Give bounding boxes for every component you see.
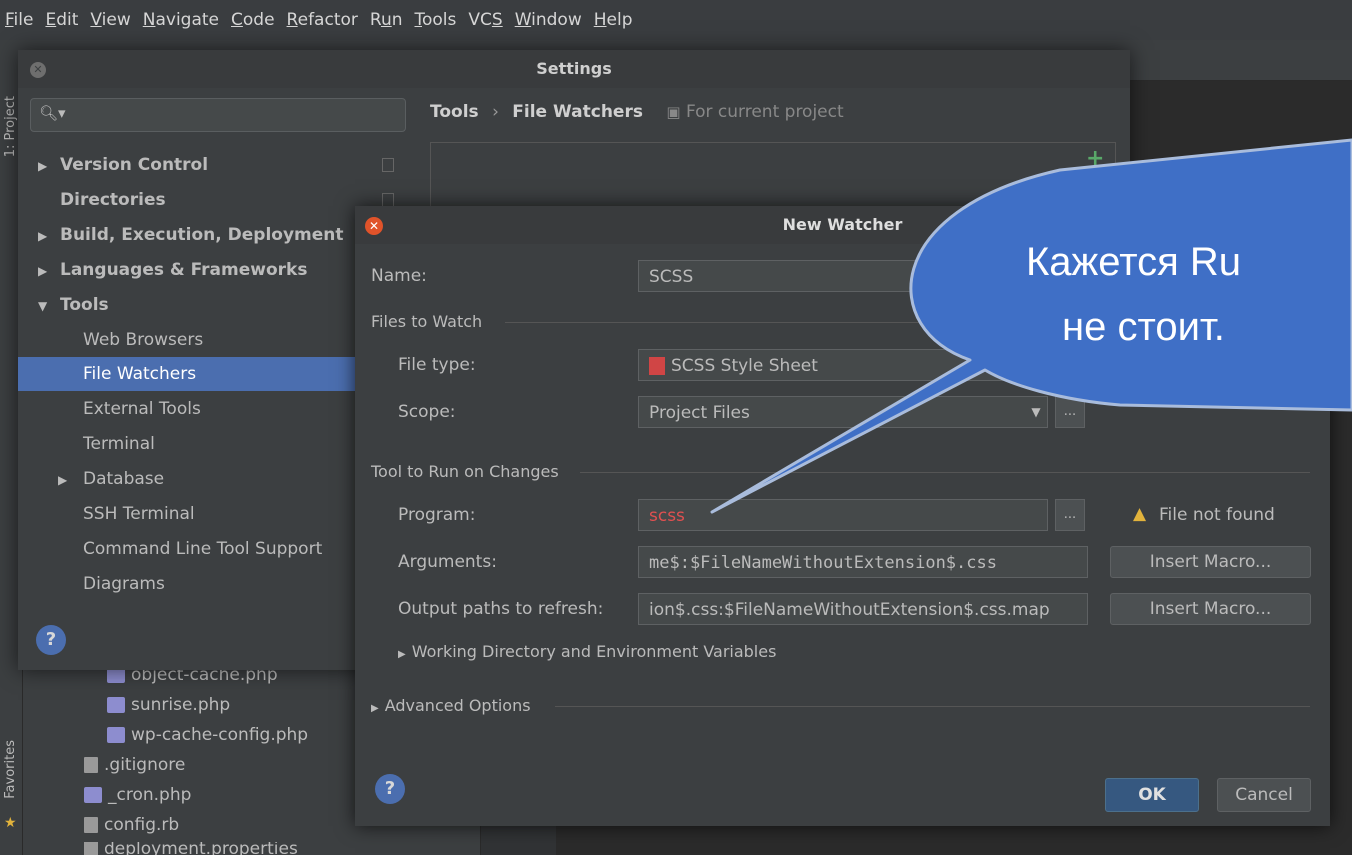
menu-help[interactable]: Help [594, 10, 633, 30]
separator [555, 706, 1310, 707]
separator [580, 472, 1310, 473]
tree-file[interactable]: deployment.properties [84, 842, 298, 855]
breadcrumb-root: Tools [430, 102, 479, 122]
add-icon[interactable]: + [1086, 146, 1104, 171]
scope-browse-button[interactable]: ... [1055, 396, 1085, 428]
scope-label: Scope: [398, 402, 456, 422]
file-type-value: SCSS Style Sheet [671, 356, 818, 376]
settings-item-version-control[interactable]: ▶ Version Control [18, 148, 358, 182]
project-scope-icon: ▣ [666, 103, 681, 121]
breadcrumb-leaf: File Watchers [512, 102, 643, 122]
expand-arrow-icon[interactable]: ▶ [38, 149, 60, 183]
tree-file[interactable]: config.rb [84, 815, 179, 835]
warning-icon: ▲ [1133, 504, 1147, 524]
program-browse-button[interactable]: ... [1055, 499, 1085, 531]
chevron-down-icon[interactable]: ▼ [1023, 396, 1049, 428]
tree-file[interactable]: wp-cache-config.php [107, 725, 308, 745]
breadcrumb: Tools › File Watchers ▣ For current proj… [430, 102, 844, 122]
arguments-field[interactable]: me$:$FileNameWithoutExtension$.css [638, 546, 1088, 578]
text-file-icon [84, 817, 98, 833]
help-icon[interactable]: ? [36, 625, 66, 655]
menu-run[interactable]: Run [370, 10, 403, 30]
help-icon[interactable]: ? [375, 774, 405, 804]
settings-search-input[interactable]: 🔍︎▾ [30, 98, 406, 132]
menu-refactor[interactable]: Refactor [287, 10, 358, 30]
working-directory-toggle[interactable]: ▶ Working Directory and Environment Varia… [398, 642, 776, 661]
cancel-button[interactable]: Cancel [1217, 778, 1311, 812]
tree-file[interactable]: sunrise.php [107, 695, 230, 715]
file-name: sunrise.php [131, 695, 231, 715]
file-name: config.rb [104, 815, 180, 835]
settings-title: Settings [18, 50, 1130, 88]
project-level-icon [382, 158, 394, 172]
file-name: deployment.properties [104, 842, 298, 855]
file-not-found-text: File not found [1159, 505, 1275, 525]
menu-view[interactable]: View [90, 10, 130, 30]
star-icon: ★ [4, 815, 17, 831]
menu-window[interactable]: Window [515, 10, 582, 30]
php-file-icon [84, 787, 102, 803]
settings-item-tools[interactable]: ▼ Tools [18, 288, 358, 322]
output-paths-field[interactable]: ion$.css:$FileNameWithoutExtension$.css.… [638, 593, 1088, 625]
tree-file[interactable]: .gitignore [84, 755, 185, 775]
text-file-icon [84, 757, 98, 773]
output-paths-label: Output paths to refresh: [398, 599, 604, 619]
expand-arrow-icon: ▶ [398, 649, 406, 660]
breadcrumb-separator: › [492, 102, 499, 122]
php-file-icon [107, 727, 125, 743]
file-name: wp-cache-config.php [131, 725, 309, 745]
settings-item-build[interactable]: ▶ Build, Execution, Deployment [18, 218, 358, 252]
working-directory-label: Working Directory and Environment Variab… [411, 642, 777, 661]
menu-code[interactable]: Code [231, 10, 275, 30]
arguments-label: Arguments: [398, 552, 497, 572]
expand-arrow-icon[interactable]: ▶ [58, 463, 83, 497]
menu-tools[interactable]: Tools [415, 10, 457, 30]
file-name: _cron.php [108, 785, 192, 805]
insert-macro-button[interactable]: Insert Macro... [1110, 593, 1311, 625]
file-name: .gitignore [104, 755, 186, 775]
name-label: Name: [371, 266, 427, 286]
favorites-tool-tab[interactable]: Favorites [3, 740, 18, 799]
menu-navigate[interactable]: Navigate [143, 10, 219, 30]
insert-macro-button[interactable]: Insert Macro... [1110, 546, 1311, 578]
search-icon: 🔍︎▾ [39, 104, 66, 122]
scope-note: For current project [685, 102, 844, 122]
menu-bar: File Edit View Navigate Code Refactor Ru… [0, 0, 1352, 40]
settings-item-database[interactable]: ▶ Database [58, 462, 398, 496]
expand-arrow-icon: ▶ [371, 703, 379, 714]
advanced-options-label: Advanced Options [384, 696, 531, 715]
php-file-icon [107, 697, 125, 713]
ok-button[interactable]: OK [1105, 778, 1199, 812]
dialog-title: New Watcher [355, 206, 1330, 244]
program-field[interactable]: scss [638, 499, 1048, 531]
files-to-watch-heading: Files to Watch [371, 312, 483, 331]
expand-arrow-icon[interactable]: ▶ [38, 254, 60, 288]
scss-file-icon [649, 357, 665, 375]
advanced-options-toggle[interactable]: ▶ Advanced Options [371, 696, 531, 715]
collapse-arrow-icon[interactable]: ▼ [38, 289, 60, 323]
close-icon[interactable]: ✕ [365, 217, 383, 235]
menu-vcs[interactable]: VCS [468, 10, 502, 30]
callout-text-line2: не стоит. [1062, 305, 1225, 349]
settings-item-languages[interactable]: ▶ Languages & Frameworks [18, 253, 358, 287]
tool-to-run-heading: Tool to Run on Changes [371, 462, 559, 481]
project-level-icon [382, 193, 394, 207]
project-tool-tab[interactable]: 1: Project [3, 96, 18, 157]
menu-file[interactable]: File [5, 10, 33, 30]
close-icon[interactable]: ✕ [30, 62, 46, 78]
file-type-label: File type: [398, 355, 476, 375]
new-watcher-dialog: New Watcher ✕ Name: SCSS Files to Watch … [355, 206, 1330, 826]
file-type-select[interactable]: SCSS Style Sheet [638, 349, 1288, 381]
tree-file[interactable]: _cron.php [84, 785, 191, 805]
program-label: Program: [398, 505, 476, 525]
expand-arrow-icon[interactable]: ▶ [38, 219, 60, 253]
callout-text-line1: Кажется Ru [1026, 240, 1241, 284]
scope-select[interactable]: Project Files [638, 396, 1048, 428]
menu-edit[interactable]: Edit [45, 10, 78, 30]
text-file-icon [84, 842, 98, 855]
settings-item-directories[interactable]: Directories [18, 183, 358, 217]
